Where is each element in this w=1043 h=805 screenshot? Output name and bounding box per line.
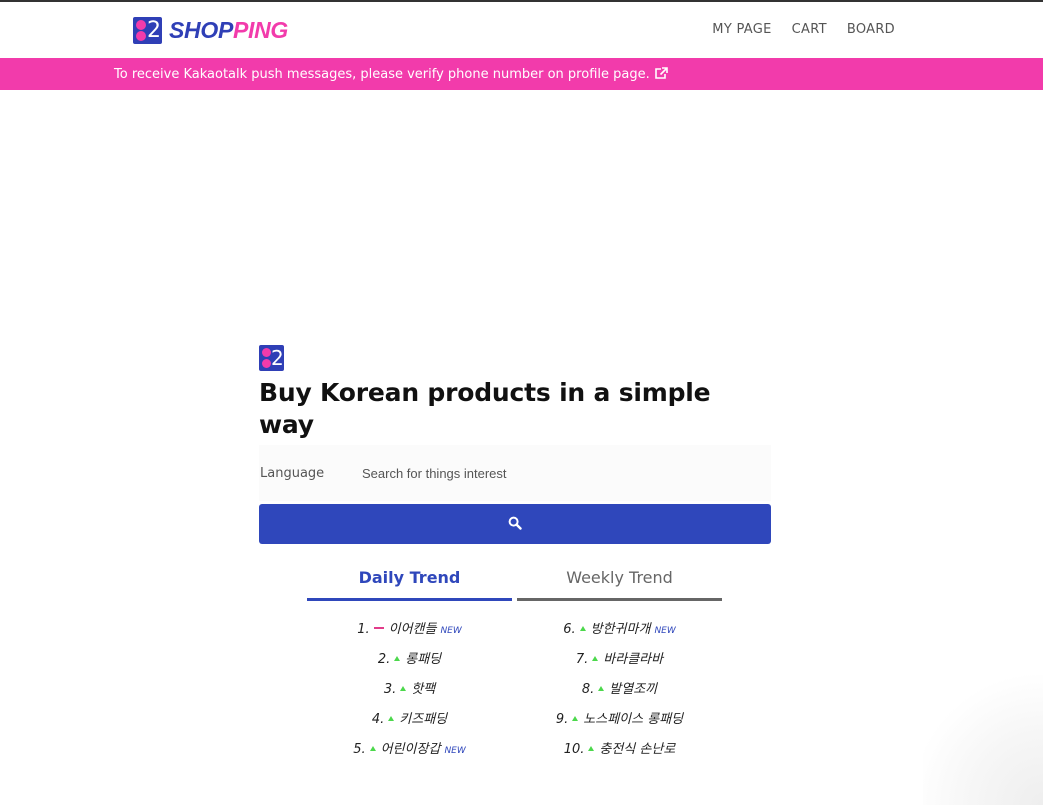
trend-item[interactable]: 9. 노스페이스 롱패딩	[517, 710, 722, 740]
search-button[interactable]	[259, 504, 771, 544]
no-change-icon	[373, 627, 384, 629]
trend-keyword: 충전식 손난로	[599, 742, 676, 757]
trend-keyword: 방한귀마개	[590, 622, 651, 637]
new-badge: NEW	[444, 746, 466, 756]
trend-keyword: 핫팩	[411, 682, 436, 697]
trend-list-left: 1. 이어캔들 NEW 2. 롱패딩 3. 핫팩 4. 키즈패딩 5. 어린이장갑 NEW	[307, 620, 512, 770]
trend-rank: 2.	[377, 652, 391, 667]
trend-item[interactable]: 3. 핫팩	[307, 680, 512, 710]
top-nav: MY PAGE CART BOARD	[712, 22, 895, 37]
trend-keyword: 이어캔들	[388, 622, 437, 637]
trend-rank: 10.	[563, 742, 585, 757]
trend-tabs: Daily Trend Weekly Trend	[307, 560, 722, 601]
logo-mark-icon: 2	[259, 345, 284, 371]
search-input[interactable]	[359, 445, 771, 501]
site-header: 2 SHOPPING MY PAGE CART BOARD	[0, 2, 1043, 58]
corner-shade	[923, 675, 1043, 805]
tab-daily-trend[interactable]: Daily Trend	[307, 560, 512, 601]
arrow-up-icon	[388, 716, 395, 721]
site-logo[interactable]: 2 SHOPPING	[133, 16, 288, 44]
trend-item[interactable]: 2. 롱패딩	[307, 650, 512, 680]
trend-rank: 8.	[581, 682, 595, 697]
trend-item[interactable]: 7. 바라클라바	[517, 650, 722, 680]
trend-item[interactable]: 4. 키즈패딩	[307, 710, 512, 740]
hero-section: 2 Buy Korean products in a simple way La…	[259, 345, 771, 544]
trend-keyword: 키즈패딩	[399, 712, 448, 727]
arrow-up-icon	[588, 746, 595, 751]
notice-banner: To receive Kakaotalk push messages, plea…	[0, 58, 1043, 90]
search-icon	[508, 516, 522, 533]
arrow-up-icon	[572, 716, 579, 721]
trend-keyword: 노스페이스 롱패딩	[583, 712, 684, 727]
nav-cart[interactable]: CART	[792, 22, 827, 37]
tab-weekly-trend[interactable]: Weekly Trend	[517, 560, 722, 601]
arrow-up-icon	[400, 686, 407, 691]
search-row: Language	[259, 445, 771, 501]
banner-message[interactable]: To receive Kakaotalk push messages, plea…	[114, 67, 668, 84]
trend-keyword: 바라클라바	[603, 652, 664, 667]
trend-rank: 6.	[563, 622, 576, 637]
arrow-up-icon	[579, 626, 586, 631]
arrow-up-icon	[394, 656, 401, 661]
logo-wordmark: SHOPPING	[169, 17, 289, 43]
nav-board[interactable]: BOARD	[847, 22, 895, 37]
logo-mark-icon: 2	[133, 16, 162, 44]
external-link-icon[interactable]	[654, 67, 668, 84]
trend-keyword: 발열조끼	[609, 682, 658, 697]
new-badge: NEW	[654, 626, 676, 636]
arrow-up-icon	[592, 656, 599, 661]
new-badge: NEW	[440, 626, 462, 636]
trend-item[interactable]: 10. 충전식 손난로	[517, 740, 722, 770]
trend-rank: 3.	[383, 682, 397, 697]
trend-list-right: 6. 방한귀마개 NEW 7. 바라클라바 8. 발열조끼 9. 노스페이스 롱패딩 10. 충전식…	[517, 620, 722, 770]
trend-rank: 7.	[575, 652, 589, 667]
trend-keyword: 어린이장갑	[380, 742, 441, 757]
arrow-up-icon	[369, 746, 376, 751]
trend-item[interactable]: 6. 방한귀마개 NEW	[517, 620, 722, 650]
trend-rank: 9.	[555, 712, 569, 727]
trend-keyword: 롱패딩	[405, 652, 442, 667]
arrow-up-icon	[598, 686, 605, 691]
hero-title: Buy Korean products in a simple way	[259, 378, 711, 439]
trend-section: Daily Trend Weekly Trend 1. 이어캔들 NEW 2. 롱패딩 3…	[307, 560, 722, 770]
trend-item[interactable]: 8. 발열조끼	[517, 680, 722, 710]
trend-rank: 5.	[353, 742, 366, 757]
trend-lists: 1. 이어캔들 NEW 2. 롱패딩 3. 핫팩 4. 키즈패딩 5. 어린이장갑 NEW 6. 방한귀…	[307, 620, 722, 770]
trend-item[interactable]: 5. 어린이장갑 NEW	[307, 740, 512, 770]
nav-my-page[interactable]: MY PAGE	[712, 22, 771, 37]
language-select[interactable]: Language	[259, 445, 359, 501]
trend-rank: 4.	[371, 712, 385, 727]
trend-item[interactable]: 1. 이어캔들 NEW	[307, 620, 512, 650]
trend-rank: 1.	[357, 622, 370, 637]
